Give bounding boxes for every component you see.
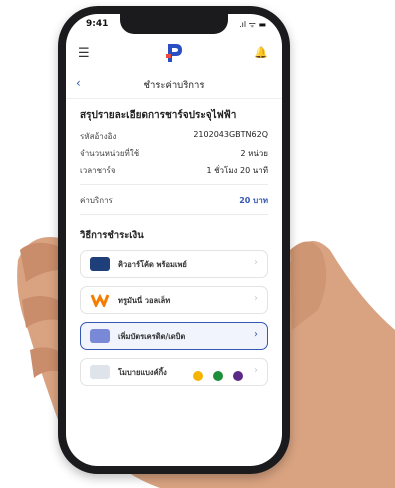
- chevron-right-icon: ›: [254, 257, 258, 268]
- row-value: 1 ชั่วโมง 20 นาที: [206, 166, 268, 175]
- summary-row-units: จำนวนหน่วยที่ใช้ 2 หน่วย: [80, 147, 268, 161]
- fee-value: 20 บาท: [239, 196, 268, 205]
- fee-label: ค่าบริการ: [80, 196, 113, 205]
- header-divider: [66, 98, 282, 99]
- credit-card-icon: [90, 329, 110, 343]
- truemoney-icon: [90, 293, 110, 307]
- status-icons: .ıl ᯤ ▬: [239, 20, 266, 29]
- bank-logo-icon: [193, 371, 203, 381]
- payment-option-promptpay[interactable]: คิวอาร์โค้ด พร้อมเพย์ ›: [80, 250, 268, 278]
- summary-row-fee: ค่าบริการ 20 บาท: [80, 194, 268, 208]
- row-value: 2102043GBTN62Q: [193, 130, 268, 139]
- top-bar: ☰ 🔔: [66, 42, 282, 66]
- option-label: คิวอาร์โค้ด พร้อมเพย์: [118, 260, 187, 269]
- row-value: 2 หน่วย: [240, 149, 268, 158]
- mobile-banking-icon: [90, 365, 110, 379]
- summary-title: สรุปรายละเอียดการชาร์จประจุไฟฟ้า: [80, 110, 237, 121]
- summary-divider: [80, 184, 268, 185]
- bank-logo-icon: [213, 371, 224, 381]
- bank-logos: [193, 366, 248, 385]
- notification-bell-icon[interactable]: 🔔: [254, 46, 268, 59]
- payment-title: วิธีการชำระเงิน: [80, 230, 144, 241]
- bank-logo-icon: [233, 371, 244, 381]
- fee-divider: [80, 214, 268, 215]
- payment-option-mobile-banking[interactable]: โมบายแบงค์กิ้ง ›: [80, 358, 268, 386]
- row-label: จำนวนหน่วยที่ใช้: [80, 149, 140, 158]
- row-label: เวลาชาร์จ: [80, 166, 116, 175]
- row-label: รหัสอ้างอิง: [80, 132, 117, 141]
- chevron-right-icon: ›: [254, 293, 258, 304]
- page-header: ‹ ชำระค่าบริการ: [66, 76, 282, 94]
- chevron-right-icon: ›: [254, 329, 258, 340]
- option-label: เพิ่มบัตรเครดิต/เดบิต: [118, 332, 186, 341]
- summary-row-duration: เวลาชาร์จ 1 ชั่วโมง 20 นาที: [80, 164, 268, 178]
- status-time: 9:41: [86, 19, 109, 29]
- payment-option-truemoney[interactable]: ทรูมันนี่ วอลเล็ท ›: [80, 286, 268, 314]
- chevron-right-icon: ›: [254, 365, 258, 376]
- promptpay-icon: [90, 257, 110, 271]
- option-label: โมบายแบงค์กิ้ง: [118, 368, 167, 377]
- notch: [120, 14, 228, 34]
- phone-screen: 9:41 .ıl ᯤ ▬ ☰ 🔔 ‹ ชำระค่าบริการ สรุปราย…: [66, 14, 282, 466]
- payment-option-credit-card[interactable]: เพิ่มบัตรเครดิต/เดบิต ›: [80, 322, 268, 350]
- hamburger-menu-icon[interactable]: ☰: [78, 46, 90, 61]
- page-title: ชำระค่าบริการ: [143, 80, 205, 91]
- option-label: ทรูมันนี่ วอลเล็ท: [118, 296, 171, 305]
- app-logo: [166, 44, 182, 62]
- summary-row-reference: รหัสอ้างอิง 2102043GBTN62Q: [80, 130, 268, 144]
